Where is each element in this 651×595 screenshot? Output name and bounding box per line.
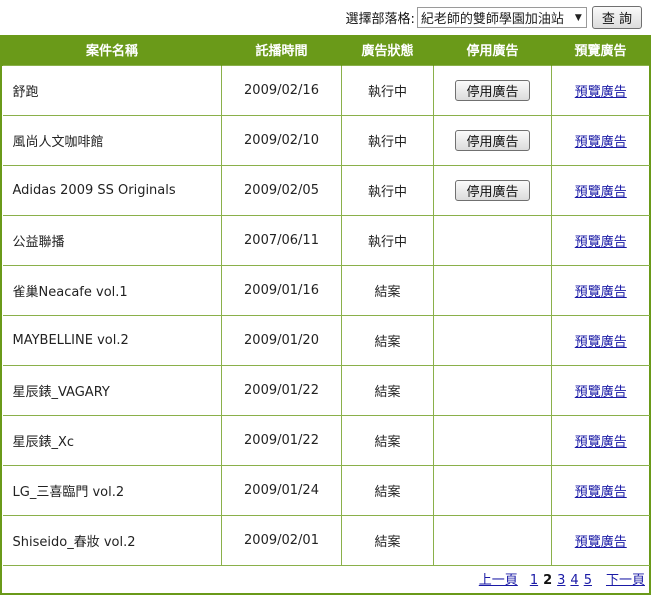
dropdown-arrow-icon[interactable]: ▼ [570, 8, 586, 27]
case-name-cell: Adidas 2009 SS Originals [2, 164, 222, 216]
air-date-cell: 2009/01/16 [221, 264, 342, 316]
blog-select[interactable]: 紀老師的雙師學園加油站 ▼ [416, 7, 587, 28]
status-cell: 執行中 [341, 64, 434, 116]
case-name-cell: 舒跑 [2, 64, 222, 116]
air-date-cell: 2009/02/16 [221, 64, 342, 116]
air-date-cell: 2007/06/11 [221, 214, 342, 266]
stop-ad-cell [433, 364, 552, 416]
air-date-cell: 2009/01/22 [221, 414, 342, 466]
preview-ad-link[interactable]: 預覽廣告 [575, 385, 627, 400]
header-preview-ad: 預覽廣告 [551, 35, 650, 65]
status-cell: 執行中 [341, 214, 434, 266]
status-cell: 結案 [341, 514, 434, 566]
case-name-cell: 風尚人文咖啡館 [2, 114, 222, 166]
header-case-name: 案件名稱 [2, 35, 222, 65]
case-name-cell: 公益聯播 [2, 214, 222, 266]
status-cell: 執行中 [341, 114, 434, 166]
preview-ad-cell: 預覽廣告 [551, 214, 650, 266]
air-date-cell: 2009/02/10 [221, 114, 342, 166]
header-stop-ad: 停用廣告 [433, 35, 552, 65]
preview-ad-link[interactable]: 預覽廣告 [575, 185, 627, 200]
preview-ad-cell: 預覽廣告 [551, 514, 650, 566]
preview-ad-cell: 預覽廣告 [551, 414, 650, 466]
case-name-cell: MAYBELLINE vol.2 [2, 314, 222, 366]
preview-ad-link[interactable]: 預覽廣告 [575, 485, 627, 500]
page-link-5[interactable]: 5 [584, 573, 592, 588]
preview-ad-link[interactable]: 預覽廣告 [575, 535, 627, 550]
stop-ad-cell [433, 264, 552, 316]
stop-ad-cell: 停用廣告 [433, 64, 552, 116]
status-cell: 結案 [341, 464, 434, 516]
stop-ad-cell [433, 314, 552, 366]
preview-ad-cell: 預覽廣告 [551, 464, 650, 516]
query-button[interactable]: 查 詢 [591, 6, 642, 29]
preview-ad-link[interactable]: 預覽廣告 [575, 435, 627, 450]
table-row: 風尚人文咖啡館 2009/02/10 執行中 停用廣告 預覽廣告 [2, 114, 650, 166]
status-cell: 執行中 [341, 164, 434, 216]
table-row: Shiseido_春妝 vol.2 2009/02/01 結案 預覽廣告 [2, 514, 650, 566]
status-cell: 結案 [341, 264, 434, 316]
status-cell: 結案 [341, 414, 434, 466]
blog-filter-bar: 選擇部落格: 紀老師的雙師學園加油站 ▼ 查 詢 [0, 0, 651, 35]
blog-select-value: 紀老師的雙師學園加油站 [420, 12, 564, 27]
stop-ad-cell [433, 514, 552, 566]
pagination: 上一頁 12345 下一頁 [479, 569, 645, 588]
table-row: 雀巢Neacafe vol.1 2009/01/16 結案 預覽廣告 [2, 264, 650, 316]
header-ad-status: 廣告狀態 [341, 35, 434, 65]
air-date-cell: 2009/02/05 [221, 164, 342, 216]
case-name-cell: 星辰錶_VAGARY [2, 364, 222, 416]
table-row: 星辰錶_Xc 2009/01/22 結案 預覽廣告 [2, 414, 650, 466]
table-row: LG_三喜臨門 vol.2 2009/01/24 結案 預覽廣告 [2, 464, 650, 516]
preview-ad-link[interactable]: 預覽廣告 [575, 335, 627, 350]
preview-ad-cell: 預覽廣告 [551, 64, 650, 116]
page-link-4[interactable]: 4 [570, 573, 578, 588]
preview-ad-cell: 預覽廣告 [551, 164, 650, 216]
next-page-link[interactable]: 下一頁 [606, 569, 645, 588]
table-row: 公益聯播 2007/06/11 執行中 預覽廣告 [2, 214, 650, 266]
preview-ad-link[interactable]: 預覽廣告 [575, 235, 627, 250]
ad-table: 案件名稱 託播時間 廣告狀態 停用廣告 預覽廣告 舒跑 2009/02/16 執行中… [2, 35, 650, 566]
air-date-cell: 2009/01/22 [221, 364, 342, 416]
preview-ad-cell: 預覽廣告 [551, 314, 650, 366]
table-row: MAYBELLINE vol.2 2009/01/20 結案 預覽廣告 [2, 314, 650, 366]
page-link-3[interactable]: 3 [557, 573, 565, 588]
blog-select-label: 選擇部落格: [345, 12, 415, 27]
stop-ad-button[interactable]: 停用廣告 [455, 129, 530, 151]
air-date-cell: 2009/02/01 [221, 514, 342, 566]
stop-ad-button[interactable]: 停用廣告 [455, 179, 530, 201]
status-cell: 結案 [341, 364, 434, 416]
table-row: 舒跑 2009/02/16 執行中 停用廣告 預覽廣告 [2, 64, 650, 116]
header-air-date: 託播時間 [221, 35, 342, 65]
current-page-number: 2 [543, 573, 553, 588]
stop-ad-cell [433, 414, 552, 466]
stop-ad-cell: 停用廣告 [433, 114, 552, 166]
preview-ad-link[interactable]: 預覽廣告 [575, 285, 627, 300]
air-date-cell: 2009/01/20 [221, 314, 342, 366]
table-header-row: 案件名稱 託播時間 廣告狀態 停用廣告 預覽廣告 [2, 35, 650, 65]
case-name-cell: LG_三喜臨門 vol.2 [2, 464, 222, 516]
prev-page-link[interactable]: 上一頁 [479, 569, 518, 588]
air-date-cell: 2009/01/24 [221, 464, 342, 516]
table-row: 星辰錶_VAGARY 2009/01/22 結案 預覽廣告 [2, 364, 650, 416]
preview-ad-cell: 預覽廣告 [551, 264, 650, 316]
page-link-1[interactable]: 1 [530, 573, 538, 588]
stop-ad-button[interactable]: 停用廣告 [455, 79, 530, 101]
stop-ad-cell [433, 214, 552, 266]
preview-ad-link[interactable]: 預覽廣告 [575, 135, 627, 150]
preview-ad-link[interactable]: 預覽廣告 [575, 85, 627, 100]
table-row: Adidas 2009 SS Originals 2009/02/05 執行中 停用廣… [2, 164, 650, 216]
preview-ad-cell: 預覽廣告 [551, 114, 650, 166]
case-name-cell: 雀巢Neacafe vol.1 [2, 264, 222, 316]
preview-ad-cell: 預覽廣告 [551, 364, 650, 416]
stop-ad-cell: 停用廣告 [433, 164, 552, 216]
status-cell: 結案 [341, 314, 434, 366]
case-name-cell: 星辰錶_Xc [2, 414, 222, 466]
stop-ad-cell [433, 464, 552, 516]
ad-table-frame: 案件名稱 託播時間 廣告狀態 停用廣告 預覽廣告 舒跑 2009/02/16 執行中… [0, 35, 651, 595]
case-name-cell: Shiseido_春妝 vol.2 [2, 514, 222, 566]
